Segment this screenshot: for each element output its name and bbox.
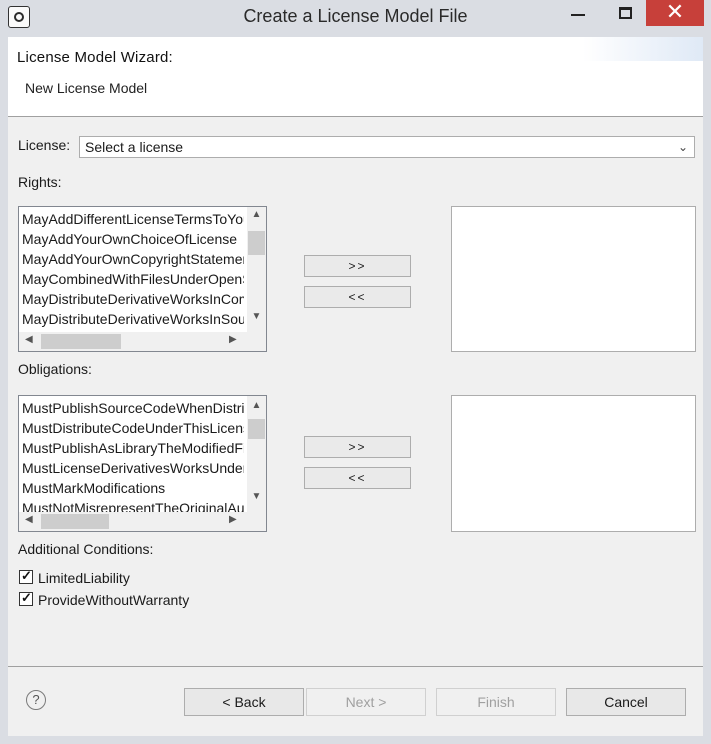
rights-vertical-scrollbar[interactable]: ▲ ▼ [247, 207, 266, 332]
provide-without-warranty-label[interactable]: ProvideWithoutWarranty [38, 592, 189, 608]
obligations-horizontal-scrollbar[interactable]: ◀ ▶ [19, 512, 266, 531]
additional-conditions-label: Additional Conditions: [18, 541, 154, 557]
wizard-subtitle: New License Model [25, 80, 148, 96]
list-item[interactable]: MustNotMisrepresentTheOriginalAuthor [22, 498, 244, 512]
list-item[interactable]: MustMarkModifications [22, 478, 244, 498]
rights-list-items: MayAddDifferentLicenseTermsToYourModific… [22, 209, 244, 329]
obligations-selected-list[interactable] [451, 395, 696, 532]
scroll-right-icon[interactable]: ▶ [229, 514, 237, 525]
limited-liability-label[interactable]: LimitedLiability [38, 570, 130, 586]
next-button[interactable]: Next > [306, 688, 426, 716]
scroll-down-icon[interactable]: ▼ [247, 491, 266, 502]
obligations-available-list[interactable]: MustPublishSourceCodeWhenDistributing Mu… [18, 395, 267, 532]
list-item[interactable]: MustPublishAsLibraryTheModifiedFiles [22, 438, 244, 458]
scroll-right-icon[interactable]: ▶ [229, 334, 237, 345]
scroll-thumb[interactable] [41, 334, 121, 349]
remove-right-button[interactable]: << [304, 286, 411, 308]
list-item[interactable]: MustPublishSourceCodeWhenDistributing [22, 398, 244, 418]
add-obligation-button[interactable]: >> [304, 436, 411, 458]
close-button[interactable]: ✕ [646, 0, 704, 26]
obligations-vertical-scrollbar[interactable]: ▲ ▼ [247, 396, 266, 512]
minimize-button[interactable] [555, 0, 601, 28]
maximize-button[interactable] [604, 0, 650, 28]
header-banner-graphic [583, 37, 703, 61]
window-border-bottom [0, 736, 711, 744]
list-item[interactable]: MayAddYourOwnChoiceOfLicense [22, 229, 244, 249]
scroll-down-icon[interactable]: ▼ [247, 311, 266, 322]
scroll-up-icon[interactable]: ▲ [247, 400, 266, 411]
obligations-list-items: MustPublishSourceCodeWhenDistributing Mu… [22, 398, 244, 512]
scroll-up-icon[interactable]: ▲ [247, 209, 266, 220]
window-border-right [703, 37, 711, 744]
provide-without-warranty-checkbox[interactable]: ✓ [19, 590, 33, 606]
obligations-label: Obligations: [18, 361, 92, 377]
scroll-thumb[interactable] [248, 231, 265, 255]
checkmark-icon: ✓ [21, 568, 32, 583]
help-icon[interactable]: ? [26, 690, 46, 710]
finish-button[interactable]: Finish [436, 688, 556, 716]
list-item[interactable]: MayCombinedWithFilesUnderOpenSourceLicen… [22, 269, 244, 289]
license-label: License: [18, 137, 71, 153]
back-button[interactable]: < Back [184, 688, 304, 716]
list-item[interactable]: MayDistributeDerivativeWorksInSourceForm [22, 309, 244, 329]
license-select[interactable]: Select a license ⌄ [79, 136, 695, 158]
scroll-left-icon[interactable]: ◀ [25, 334, 33, 345]
scroll-left-icon[interactable]: ◀ [25, 514, 33, 525]
limited-liability-checkbox[interactable]: ✓ [19, 568, 33, 584]
rights-available-list[interactable]: MayAddDifferentLicenseTermsToYourModific… [18, 206, 267, 352]
scroll-thumb[interactable] [248, 419, 265, 439]
wizard-header: License Model Wizard: New License Model [8, 37, 703, 117]
checkmark-icon: ✓ [21, 590, 32, 605]
chevron-down-icon[interactable]: ⌄ [678, 140, 688, 154]
rights-selected-list[interactable] [451, 206, 696, 352]
list-item[interactable]: MustDistributeCodeUnderThisLicense [22, 418, 244, 438]
rights-horizontal-scrollbar[interactable]: ◀ ▶ [19, 332, 266, 351]
scroll-thumb[interactable] [41, 514, 109, 529]
wizard-title: License Model Wizard: [17, 49, 173, 66]
window-border-left [0, 37, 8, 744]
list-item[interactable]: MayDistributeDerivativeWorksInCompiledFo… [22, 289, 244, 309]
rights-label: Rights: [18, 174, 62, 190]
minimize-icon [571, 14, 585, 16]
list-item[interactable]: MayAddYourOwnCopyrightStatement [22, 249, 244, 269]
cancel-button[interactable]: Cancel [566, 688, 686, 716]
add-right-button[interactable]: >> [304, 255, 411, 277]
maximize-icon [619, 7, 632, 19]
remove-obligation-button[interactable]: << [304, 467, 411, 489]
list-item[interactable]: MustLicenseDerivativesWorksUnderSameLice… [22, 458, 244, 478]
list-item[interactable]: MayAddDifferentLicenseTermsToYourModific… [22, 209, 244, 229]
license-select-value: Select a license [85, 139, 184, 155]
close-icon: ✕ [665, 0, 685, 24]
